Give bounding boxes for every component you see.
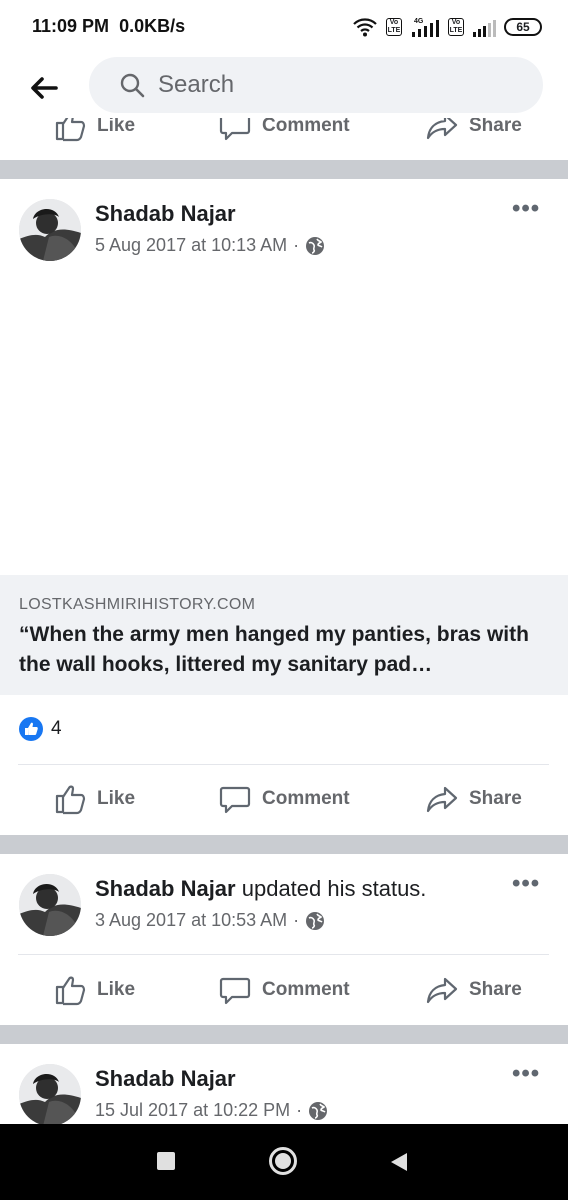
search-placeholder: Search	[158, 71, 235, 98]
share-icon	[425, 782, 459, 816]
post-divider	[0, 835, 568, 854]
back-icon[interactable]	[389, 1151, 409, 1173]
comment-icon	[218, 782, 252, 816]
comment-icon	[218, 118, 252, 143]
status-time: 11:09 PM 0.0KB/s	[32, 16, 186, 36]
post-card: Shadab Najar updated his status. 3 Aug 2…	[0, 854, 568, 1024]
share-icon	[425, 118, 459, 143]
previous-post-actions: Like Comment Share	[0, 118, 568, 160]
like-reaction-icon	[19, 717, 43, 741]
svg-text:4G: 4G	[414, 18, 424, 25]
more-options-icon[interactable]: •••	[512, 870, 540, 898]
meta-separator: ·	[296, 1100, 303, 1120]
post-author[interactable]: Shadab Najar	[95, 1066, 236, 1092]
meta-separator: ·	[293, 910, 300, 930]
volte-icon: Vo LTE	[386, 18, 402, 36]
comment-button[interactable]: Comment	[218, 970, 350, 1010]
meta-separator: ·	[293, 235, 300, 255]
like-button[interactable]: Like	[53, 118, 135, 146]
avatar[interactable]	[19, 874, 81, 936]
status-icons: Vo LTE 4G Vo LTE 65	[352, 14, 542, 40]
post-card: Shadab Najar 5 Aug 2017 at 10:13 AM · ••…	[0, 179, 568, 835]
search-icon	[120, 73, 145, 98]
post-divider	[0, 160, 568, 179]
signal-icon: 4G	[412, 18, 439, 37]
post-action-text: updated his status.	[241, 876, 427, 901]
avatar[interactable]	[19, 1064, 81, 1124]
globe-icon	[305, 911, 325, 931]
post-meta: 15 Jul 2017 at 10:22 PM ·	[95, 1100, 328, 1121]
recent-apps-icon[interactable]	[157, 1152, 175, 1170]
home-icon[interactable]	[269, 1147, 297, 1175]
post-date[interactable]: 3 Aug 2017 at 10:53 AM	[95, 910, 287, 931]
like-icon	[53, 118, 87, 143]
system-navigation-bar	[0, 1124, 568, 1200]
comment-icon	[218, 973, 252, 1007]
wifi-icon	[353, 18, 377, 37]
battery-icon: 65	[504, 18, 542, 36]
share-button[interactable]: Share	[425, 118, 522, 146]
like-button[interactable]: Like	[53, 970, 135, 1010]
post-date[interactable]: 5 Aug 2017 at 10:13 AM	[95, 235, 287, 256]
volte-icon: Vo LTE	[448, 18, 464, 36]
like-icon	[53, 782, 87, 816]
status-bar: 11:09 PM 0.0KB/s Vo LTE 4G Vo LTE 65	[0, 0, 568, 56]
back-arrow-icon[interactable]	[28, 72, 60, 104]
share-button[interactable]: Share	[425, 779, 522, 819]
comment-button[interactable]: Comment	[218, 779, 350, 819]
more-options-icon[interactable]: •••	[512, 1060, 540, 1088]
post-date[interactable]: 15 Jul 2017 at 10:22 PM	[95, 1100, 290, 1121]
link-title: “When the army men hanged my panties, br…	[19, 623, 529, 676]
share-button[interactable]: Share	[425, 970, 522, 1010]
avatar[interactable]	[19, 199, 81, 261]
share-icon	[425, 973, 459, 1007]
globe-icon	[305, 236, 325, 256]
separator-line	[18, 764, 549, 765]
like-button[interactable]: Like	[53, 779, 135, 819]
post-header-line: Shadab Najar updated his status.	[95, 876, 426, 902]
like-icon	[53, 973, 87, 1007]
link-domain: LOSTKASHMIRIHISTORY.COM	[19, 596, 256, 613]
separator-line	[18, 954, 549, 955]
post-meta: 5 Aug 2017 at 10:13 AM ·	[95, 235, 325, 256]
reactions-summary[interactable]: 4	[19, 717, 62, 741]
link-preview[interactable]: LOSTKASHMIRIHISTORY.COM “When the army m…	[0, 575, 568, 695]
search-input[interactable]: Search	[89, 57, 543, 113]
post-divider	[0, 1025, 568, 1044]
signal-icon	[473, 20, 496, 37]
post-author[interactable]: Shadab Najar	[95, 201, 236, 227]
comment-button[interactable]: Comment	[218, 118, 350, 146]
post-author[interactable]: Shadab Najar	[95, 876, 236, 901]
reaction-count: 4	[51, 718, 62, 739]
post-meta: 3 Aug 2017 at 10:53 AM ·	[95, 910, 325, 931]
top-header: Search	[0, 56, 568, 118]
post-card: Shadab Najar 15 Jul 2017 at 10:22 PM · •…	[0, 1044, 568, 1124]
globe-icon	[308, 1101, 328, 1121]
more-options-icon[interactable]: •••	[512, 195, 540, 223]
